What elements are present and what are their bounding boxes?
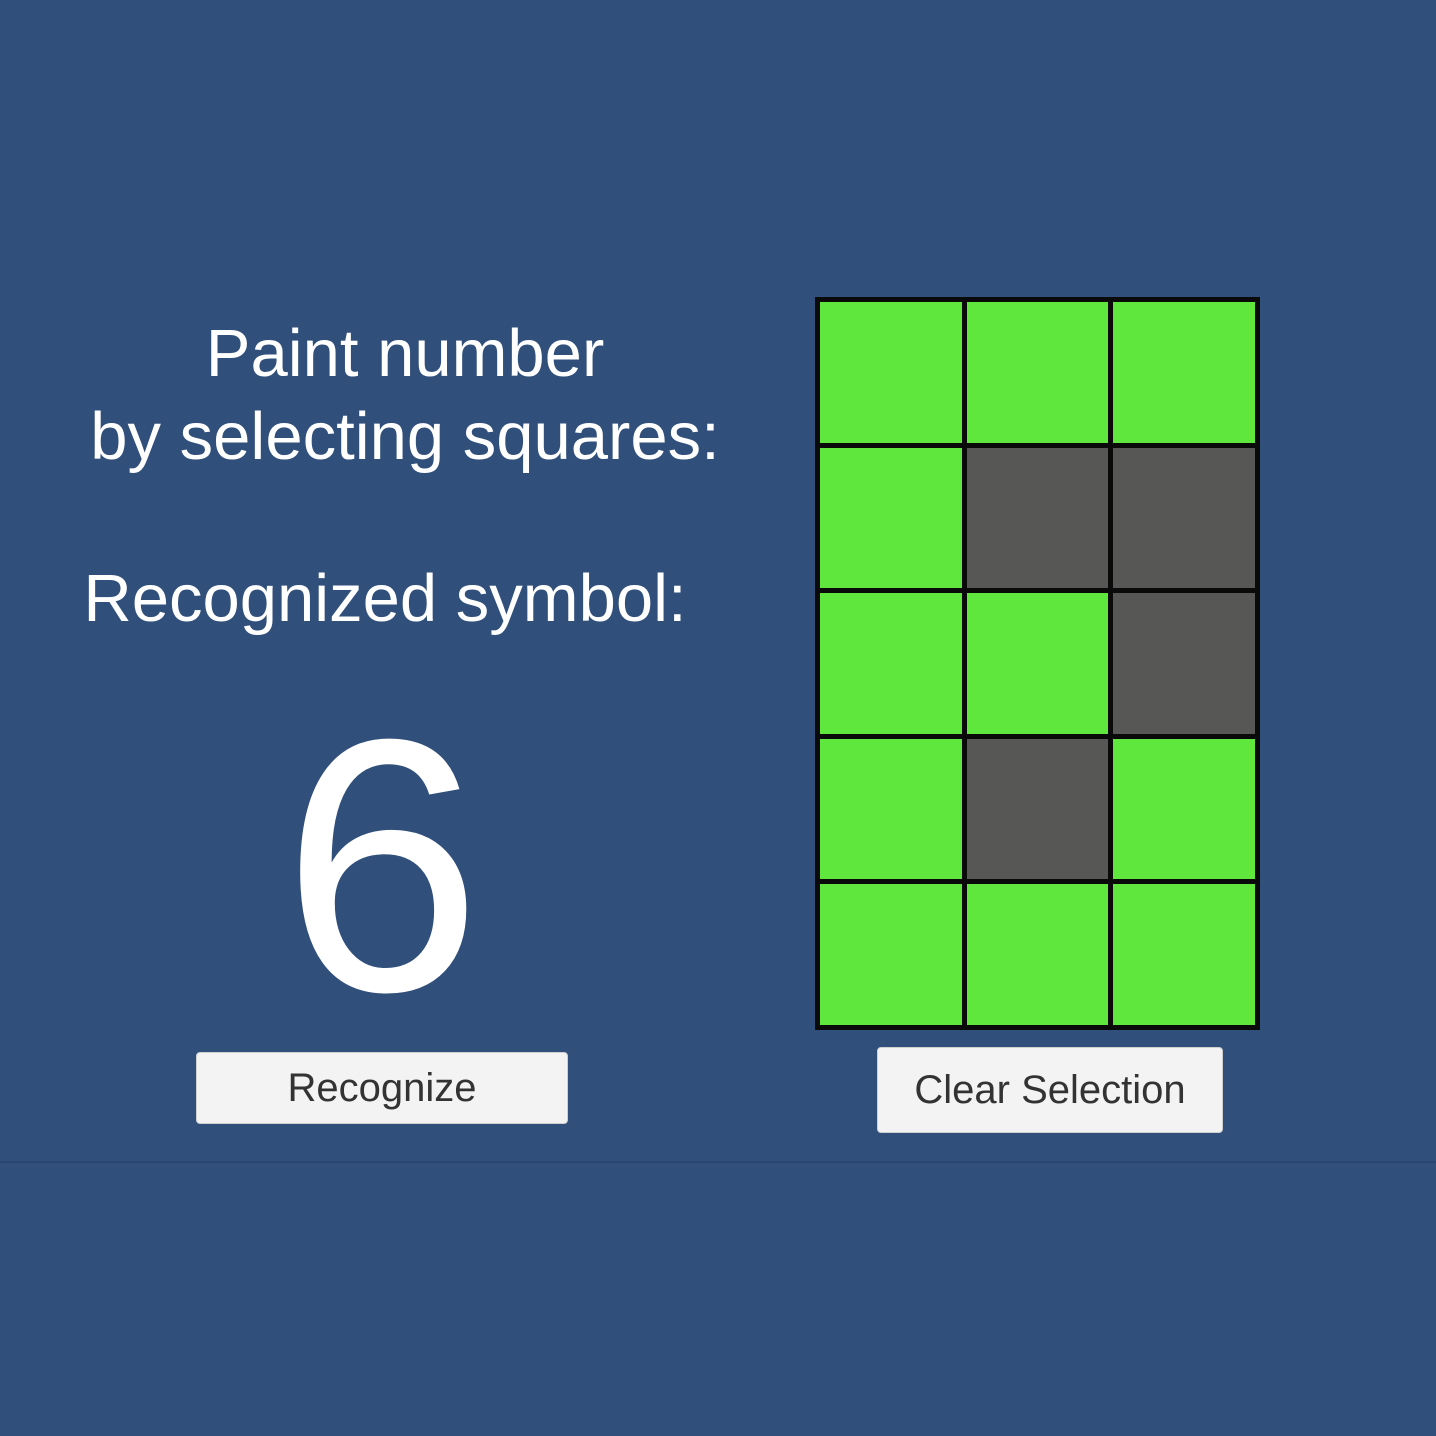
instructions-text: Paint number by selecting squares: [40,312,770,478]
grid-cell-r1-c1[interactable] [820,302,962,443]
clear-selection-button[interactable]: Clear Selection [877,1047,1223,1133]
grid-cell-r2-c2[interactable] [966,447,1109,589]
grid-cell-r2-c3[interactable] [1113,447,1255,589]
grid-cell-r3-c3[interactable] [1113,593,1255,734]
instructions-line-2: by selecting squares: [90,399,720,474]
grid-cell-r5-c3[interactable] [1113,884,1255,1025]
grid-cell-r1-c2[interactable] [966,302,1109,443]
grid-cell-r4-c3[interactable] [1113,738,1255,880]
grid-cell-r5-c2[interactable] [966,884,1109,1025]
grid-cell-r1-c3[interactable] [1113,302,1255,443]
recognized-symbol-value: 6 [281,665,483,1067]
recognize-button[interactable]: Recognize [196,1052,568,1124]
grid-cell-r2-c1[interactable] [820,447,962,589]
recognized-symbol-label: Recognized symbol: [83,561,687,636]
grid-cell-r3-c1[interactable] [820,593,962,734]
grid-cell-r3-c2[interactable] [966,593,1109,734]
grid-cell-r4-c1[interactable] [820,738,962,880]
instructions-line-1: Paint number [205,316,605,391]
grid-cell-r5-c1[interactable] [820,884,962,1025]
paint-grid [815,297,1260,1030]
bottom-divider [0,1161,1436,1163]
grid-cell-r4-c2[interactable] [966,738,1109,880]
